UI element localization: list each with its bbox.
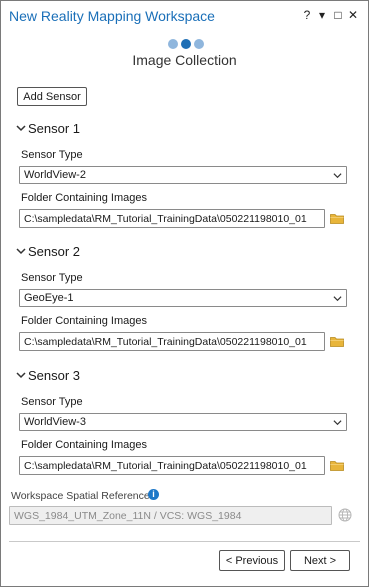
- next-button[interactable]: Next >: [290, 550, 350, 571]
- step-title: Image Collection: [132, 52, 237, 68]
- chevron-down-icon: [16, 372, 26, 379]
- sensor-3-type-value: WorldView-3: [24, 416, 86, 428]
- maximize-icon[interactable]: □: [332, 9, 344, 21]
- chevron-down-icon: [16, 248, 26, 255]
- sensor-3-title: Sensor 3: [28, 368, 81, 383]
- sensor-1-folder-input[interactable]: C:\sampledata\RM_Tutorial_TrainingData\0…: [19, 209, 325, 228]
- sensor-1-type-select[interactable]: WorldView-2: [19, 166, 347, 184]
- step-dot-3: [194, 39, 204, 49]
- window-title: New Reality Mapping Workspace: [9, 8, 215, 24]
- sensor-2-type-select[interactable]: GeoEye-1: [19, 289, 347, 307]
- sensor-2-title: Sensor 2: [28, 244, 81, 259]
- folder-icon[interactable]: [330, 460, 344, 471]
- sensor-3-folder-input[interactable]: C:\sampledata\RM_Tutorial_TrainingData\0…: [19, 456, 325, 475]
- previous-button[interactable]: < Previous: [219, 550, 285, 571]
- sensor-1-title: Sensor 1: [28, 121, 81, 136]
- folder-icon[interactable]: [330, 213, 344, 224]
- spatial-reference-value: WGS_1984_UTM_Zone_11N / VCS: WGS_1984: [14, 510, 242, 522]
- help-icon[interactable]: ?: [301, 9, 313, 21]
- step-dot-2: [181, 39, 191, 49]
- step-dot-1: [168, 39, 178, 49]
- sensor-1-folder-label: Folder Containing Images: [21, 192, 147, 204]
- sensor-2-type-label: Sensor Type: [21, 272, 83, 284]
- sensor-1-type-label: Sensor Type: [21, 149, 83, 161]
- sensor-2-folder-value: C:\sampledata\RM_Tutorial_TrainingData\0…: [24, 336, 307, 348]
- title-bar: New Reality Mapping Workspace ? ▾ □ ✕: [1, 1, 368, 31]
- sensor-3-folder-label: Folder Containing Images: [21, 439, 147, 451]
- sensor-1-type-value: WorldView-2: [24, 169, 86, 181]
- spatial-reference-field: WGS_1984_UTM_Zone_11N / VCS: WGS_1984: [9, 506, 332, 525]
- close-icon[interactable]: ✕: [347, 9, 359, 21]
- chevron-down-icon: [333, 420, 342, 426]
- menu-icon[interactable]: ▾: [316, 9, 328, 21]
- info-icon[interactable]: i: [148, 489, 159, 500]
- sensor-2-folder-label: Folder Containing Images: [21, 315, 147, 327]
- sensor-3-type-select[interactable]: WorldView-3: [19, 413, 347, 431]
- add-sensor-button[interactable]: Add Sensor: [17, 87, 87, 106]
- sensor-2-type-value: GeoEye-1: [24, 292, 74, 304]
- footer-divider: [9, 541, 360, 542]
- sensor-3-type-label: Sensor Type: [21, 396, 83, 408]
- folder-icon[interactable]: [330, 336, 344, 347]
- dialog-window: New Reality Mapping Workspace ? ▾ □ ✕ Im…: [0, 0, 369, 587]
- chevron-down-icon: [16, 125, 26, 132]
- globe-icon: [338, 508, 352, 522]
- sensor-1-folder-value: C:\sampledata\RM_Tutorial_TrainingData\0…: [24, 213, 307, 225]
- chevron-down-icon: [333, 296, 342, 302]
- sensor-3-folder-value: C:\sampledata\RM_Tutorial_TrainingData\0…: [24, 460, 307, 472]
- sensor-2-folder-input[interactable]: C:\sampledata\RM_Tutorial_TrainingData\0…: [19, 332, 325, 351]
- spatial-reference-label: Workspace Spatial Reference: [11, 490, 150, 502]
- chevron-down-icon: [333, 173, 342, 179]
